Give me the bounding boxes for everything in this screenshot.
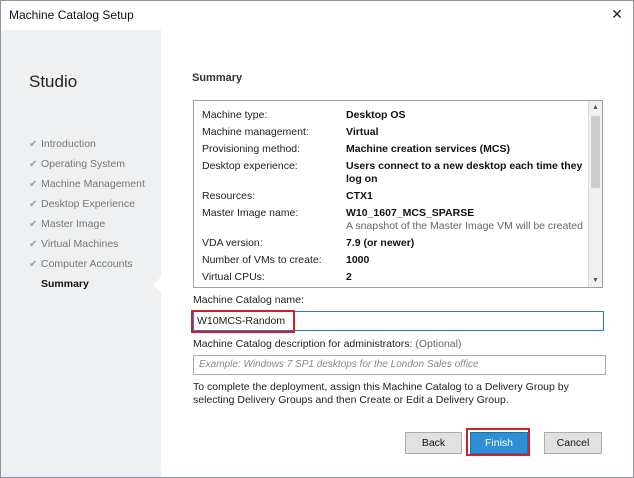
studio-heading: Studio [29,72,78,91]
summary-row: Virtual CPUs: 2 [202,271,586,287]
summary-row: Number of VMs to create: 1000 [202,254,586,271]
check-icon: ✔ [29,139,38,150]
step-label: Virtual Machines [41,238,119,250]
summary-value: Machine creation services (MCS) [346,143,510,155]
summary-row: VDA version: 7.9 (or newer) [202,237,586,254]
summary-value-with-note: W10_1607_MCS_SPARSE A snapshot of the Mas… [346,207,586,237]
wizard-content: Summary Machine type: Desktop OS Machine … [161,30,633,477]
step-label: Computer Accounts [41,258,133,270]
window-title: Machine Catalog Setup [9,8,134,22]
summary-key: Provisioning method: [202,143,301,155]
step-label: Master Image [41,218,106,230]
step-label: Summary [41,278,89,290]
step-machine-management[interactable]: ✔ Machine Management [29,174,145,194]
summary-row: Master Image name: W10_1607_MCS_SPARSE A s… [202,207,586,237]
step-virtual-machines[interactable]: ✔ Virtual Machines [29,234,145,254]
step-label: Machine Management [41,178,145,190]
summary-table: Machine type: Desktop OS Machine manageme… [202,109,586,287]
back-button[interactable]: Back [405,432,462,454]
summary-value: Desktop OS [346,109,406,121]
check-icon: ✔ [29,239,38,250]
optional-text: (Optional) [415,338,462,350]
summary-note: A snapshot of the Master Image VM will b… [346,220,583,232]
summary-value: 7.9 (or newer) [346,237,415,249]
check-icon: ✔ [29,199,38,210]
summary-key: Resources: [202,190,256,202]
check-icon: ✔ [29,179,38,190]
step-label: Introduction [41,138,96,150]
summary-key: Master Image name: [202,207,299,219]
catalog-name-label: Machine Catalog name: [193,294,304,306]
summary-key: Machine type: [202,109,268,121]
summary-key: Desktop experience: [202,160,298,172]
description-label-text: Machine Catalog description for administ… [193,338,413,350]
title-bar: Machine Catalog Setup ✕ [1,1,633,29]
wizard-sidebar: Studio ✔ Introduction ✔ Operating System ✔… [1,30,162,477]
summary-key: Number of VMs to create: [202,254,322,266]
step-summary[interactable]: Summary [29,274,145,294]
scroll-down-icon[interactable]: ▼ [589,274,602,287]
summary-row: Provisioning method: Machine creation ser… [202,143,586,160]
machine-catalog-setup-window: Machine Catalog Setup ✕ Studio ✔ Introduc… [0,0,634,478]
step-introduction[interactable]: ✔ Introduction [29,134,145,154]
deployment-info-text: To complete the deployment, assign this … [193,381,569,406]
summary-value: Users connect to a new desktop each time… [346,160,583,185]
summary-key: Machine management: [202,126,309,138]
summary-value: 1000 [346,254,370,266]
summary-key: Virtual CPUs: [202,271,265,283]
summary-row: Resources: CTX1 [202,190,586,207]
step-operating-system[interactable]: ✔ Operating System [29,154,145,174]
summary-row: Machine type: Desktop OS [202,109,586,126]
step-master-image[interactable]: ✔ Master Image [29,214,145,234]
cancel-button[interactable]: Cancel [544,432,602,454]
summary-panel: Machine type: Desktop OS Machine manageme… [193,100,603,288]
summary-value: Virtual [346,126,379,138]
summary-row: Machine management: Virtual [202,126,586,143]
finish-highlight-box [466,428,530,456]
scroll-thumb[interactable] [591,116,600,188]
summary-row: Desktop experience: Users connect to a ne… [202,160,586,190]
check-icon: ✔ [29,219,38,230]
close-icon[interactable]: ✕ [607,5,627,23]
step-label: Operating System [41,158,126,170]
step-desktop-experience[interactable]: ✔ Desktop Experience [29,194,145,214]
name-highlight-box [191,310,295,333]
catalog-description-input[interactable]: Example: Windows 7 SP1 desktops for the … [193,355,606,375]
catalog-description-label: Machine Catalog description for administ… [193,338,461,350]
wizard-steps: ✔ Introduction ✔ Operating System ✔ Machine… [29,134,145,294]
summary-value: CTX1 [346,190,373,202]
scroll-up-icon[interactable]: ▲ [589,101,602,114]
check-icon: ✔ [29,159,38,170]
page-title: Summary [192,72,243,84]
summary-key: VDA version: [202,237,263,249]
check-icon: ✔ [29,259,38,270]
summary-value: W10_1607_MCS_SPARSE [346,207,475,219]
summary-value: 2 [346,271,352,283]
step-computer-accounts[interactable]: ✔ Computer Accounts [29,254,145,274]
summary-scrollbar[interactable]: ▲ ▼ [588,101,602,287]
step-label: Desktop Experience [41,198,135,210]
